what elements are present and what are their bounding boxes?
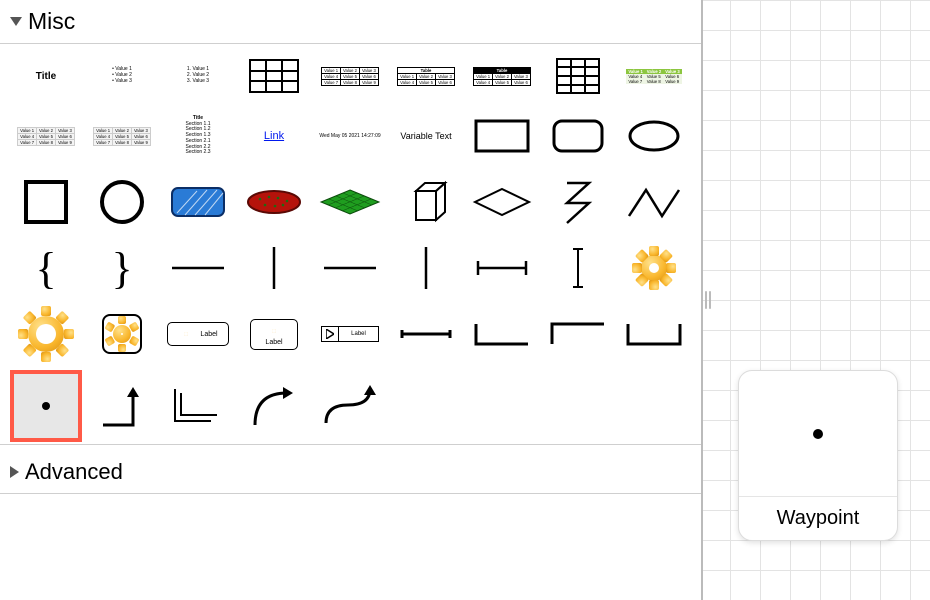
- shape-zigzag-vert[interactable]: [542, 172, 614, 232]
- sidebar-resize-handle[interactable]: [703, 290, 713, 310]
- shape-s-curve-arrow[interactable]: [314, 370, 386, 442]
- waypoint-dot-icon: [813, 429, 823, 439]
- gear-icon: [22, 310, 70, 358]
- shape-gear-framed[interactable]: [86, 304, 158, 364]
- shape-table-plain[interactable]: [238, 52, 310, 100]
- misc-section-header[interactable]: Misc: [10, 6, 691, 41]
- shape-gear-large[interactable]: [10, 304, 82, 364]
- chevron-down-icon: [10, 17, 22, 26]
- shape-square-thick[interactable]: [10, 172, 82, 232]
- palette-row: Title • Value 1 • Value 2 • Value 3 1. V…: [10, 52, 691, 100]
- palette-row: [10, 172, 691, 232]
- diagram-canvas[interactable]: Waypoint: [703, 0, 930, 600]
- shape-preview-tooltip: Waypoint: [738, 370, 898, 541]
- shape-ordered-list[interactable]: 1. Value 1 2. Value 2 3. Value 3: [162, 52, 234, 100]
- shape-hline[interactable]: [162, 238, 234, 298]
- gear-icon: [266, 323, 282, 339]
- divider: [0, 493, 701, 494]
- shape-table-crosshatch[interactable]: [542, 52, 614, 100]
- preview-label: Waypoint: [739, 496, 897, 540]
- shape-sections[interactable]: Title Section 1.1 Section 1.2 Section 1.…: [162, 106, 234, 166]
- shape-waypoint[interactable]: [10, 370, 82, 442]
- shape-text-cursor[interactable]: [542, 238, 614, 298]
- shape-circle-thick[interactable]: [86, 172, 158, 232]
- app-root: Misc Title • Value 1 • Value 2 • Value 3…: [0, 0, 930, 600]
- shape-title[interactable]: Title: [10, 52, 82, 100]
- shape-rounded-rect[interactable]: [542, 106, 614, 166]
- divider: [0, 444, 701, 445]
- gear-icon: [635, 249, 673, 287]
- shape-cube[interactable]: [390, 172, 462, 232]
- misc-section-title: Misc: [28, 8, 75, 35]
- shape-gear-icon[interactable]: [618, 238, 690, 298]
- divider: [0, 43, 701, 44]
- shape-sidebar: Misc Title • Value 1 • Value 2 • Value 3…: [0, 0, 703, 600]
- shape-diamond[interactable]: [466, 172, 538, 232]
- shape-elbow-double[interactable]: [162, 370, 234, 442]
- shape-table-soft-1[interactable]: Value 1Value 2Value 3Value 4Value 5Value…: [10, 106, 82, 166]
- shape-brace-left[interactable]: {: [10, 238, 82, 298]
- shape-timestamp[interactable]: Wed May 05 2021 14:27:09: [314, 106, 386, 166]
- shape-bracket-left[interactable]: [466, 304, 538, 364]
- shape-table-title-bold[interactable]: TableValue 1Value 2Value 3Value 4Value 5…: [466, 52, 538, 100]
- shape-bracket-bottom[interactable]: [618, 304, 690, 364]
- palette-row: Label Label Label: [10, 304, 691, 364]
- shape-variable-text[interactable]: Variable Text: [390, 106, 462, 166]
- preview-body: [739, 371, 897, 496]
- palette-row: { }: [10, 238, 691, 298]
- shape-isometric-plane[interactable]: [314, 172, 386, 232]
- shape-play-label[interactable]: Label: [314, 304, 386, 364]
- palette-row: Value 1Value 2Value 3Value 4Value 5Value…: [10, 106, 691, 166]
- shape-rect[interactable]: [466, 106, 538, 166]
- palette-row: [10, 370, 691, 442]
- shape-line-segment[interactable]: [390, 304, 462, 364]
- shape-link[interactable]: Link: [238, 106, 310, 166]
- shape-table-green[interactable]: Value 1Value 2Value 3Value 4Value 5Value…: [618, 52, 690, 100]
- shape-card-gear-label[interactable]: Label: [238, 304, 310, 364]
- shape-brace-right[interactable]: }: [86, 238, 158, 298]
- shape-sketch-rect[interactable]: [162, 172, 234, 232]
- shape-palette: Title • Value 1 • Value 2 • Value 3 1. V…: [10, 52, 691, 442]
- shape-zigzag-horiz[interactable]: [618, 172, 690, 232]
- shape-curve-arrow[interactable]: [238, 370, 310, 442]
- shape-vline[interactable]: [238, 238, 310, 298]
- shape-pill-gear-label[interactable]: Label: [162, 304, 234, 364]
- chevron-right-icon: [10, 466, 19, 478]
- shape-ellipse[interactable]: [618, 106, 690, 166]
- gear-icon: [178, 326, 194, 342]
- shape-sketch-ellipse[interactable]: [238, 172, 310, 232]
- advanced-section-header[interactable]: Advanced: [10, 453, 691, 491]
- shape-vline-2[interactable]: [390, 238, 462, 298]
- shape-bracket-top[interactable]: [542, 304, 614, 364]
- shape-arrow-elbow[interactable]: [86, 370, 158, 442]
- advanced-section-title: Advanced: [25, 459, 123, 485]
- shape-hline-2[interactable]: [314, 238, 386, 298]
- shape-table-with-title[interactable]: TableValue 1Value 2Value 3Value 4Value 5…: [390, 52, 462, 100]
- play-icon: [326, 329, 334, 339]
- shape-table-values[interactable]: Value 1Value 2Value 3Value 4Value 5Value…: [314, 52, 386, 100]
- gear-icon: [107, 319, 137, 349]
- shape-table-soft-2[interactable]: Value 1Value 2Value 3Value 4Value 5Value…: [86, 106, 158, 166]
- shape-dimension-line[interactable]: [466, 238, 538, 298]
- shape-unordered-list[interactable]: • Value 1 • Value 2 • Value 3: [86, 52, 158, 100]
